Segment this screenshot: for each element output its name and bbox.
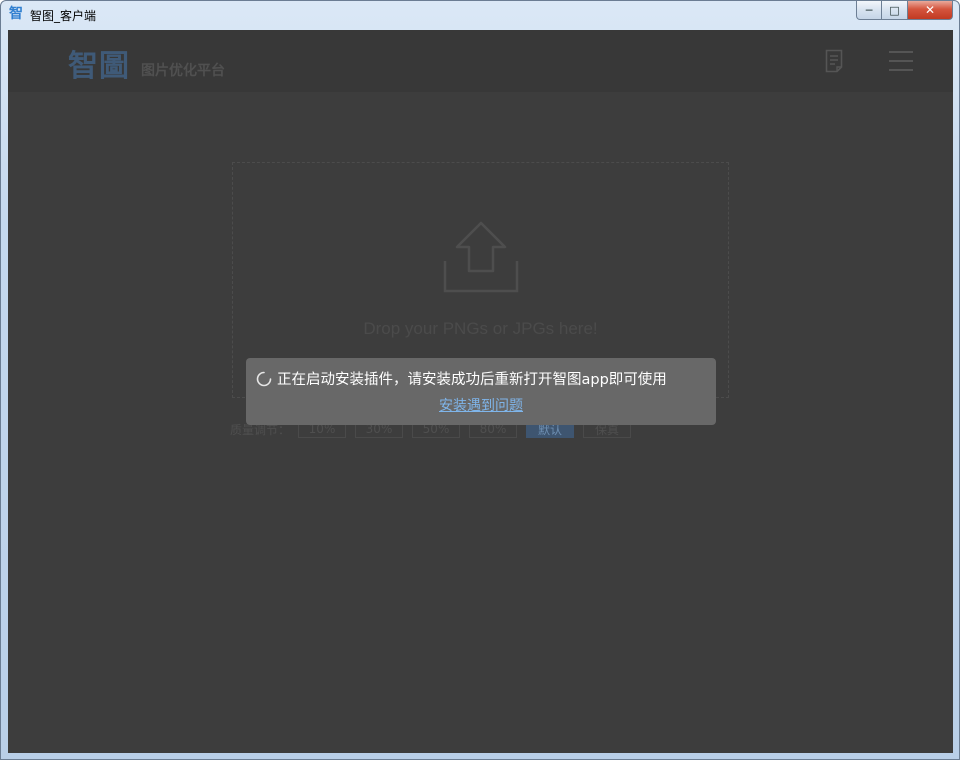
window-controls: ─ □ ✕: [856, 1, 953, 21]
window-title: 智图_客户端: [30, 9, 97, 23]
install-help-link[interactable]: 安装遇到问题: [246, 395, 716, 415]
minimize-button[interactable]: ─: [856, 1, 882, 20]
client-area: 智圖 图片优化平台 Drop your PNGs or JPGs here! 质…: [8, 30, 953, 753]
title-bar[interactable]: 智 智图_客户端 ─ □ ✕: [1, 1, 959, 29]
install-message: 正在启动安装插件，请安装成功后重新打开智图app即可使用: [277, 372, 667, 388]
loading-spinner-icon: [256, 371, 272, 387]
drop-zone-text: Drop your PNGs or JPGs here!: [363, 319, 598, 338]
document-icon[interactable]: [825, 49, 843, 73]
app-icon: 智: [9, 6, 23, 22]
app-window: 智 智图_客户端 ─ □ ✕ 智圖 图片优化平台 Drop your PNGs …: [0, 0, 960, 760]
app-logo[interactable]: 智圖: [68, 41, 130, 85]
app-tagline: 图片优化平台: [141, 63, 225, 79]
maximize-button[interactable]: □: [882, 1, 908, 20]
upload-arrow-icon: [443, 221, 519, 293]
close-button[interactable]: ✕: [908, 1, 953, 20]
hamburger-menu-icon[interactable]: [889, 50, 913, 72]
app-header: 智圖 图片优化平台: [8, 30, 953, 92]
install-toast: 正在启动安装插件，请安装成功后重新打开智图app即可使用 安装遇到问题: [246, 358, 716, 425]
